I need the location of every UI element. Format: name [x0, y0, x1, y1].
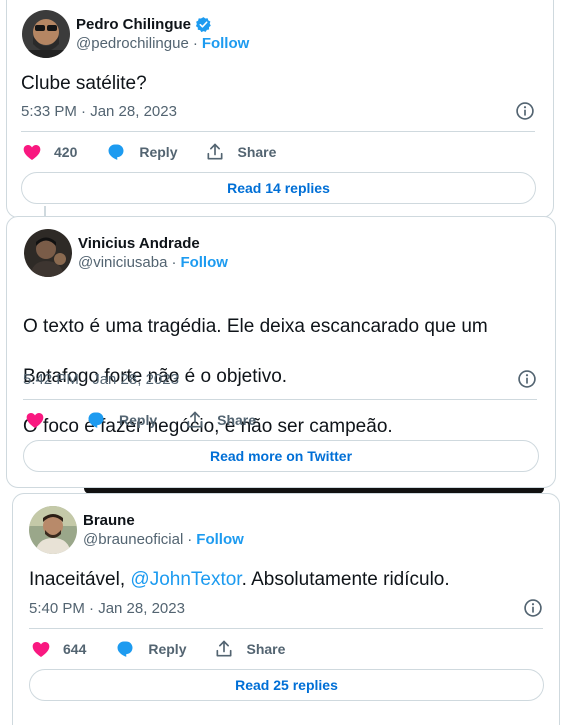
follow-link[interactable]: Follow [180, 253, 228, 272]
reply-button[interactable]: Reply [85, 410, 157, 430]
timestamp[interactable]: 5:33 PM · Jan 28, 2023 [21, 103, 177, 120]
thread-connector [44, 206, 46, 216]
tweet-3-header: Braune @brauneoficial · Follow [29, 506, 244, 554]
share-icon [187, 411, 203, 428]
reply-button[interactable]: Reply [105, 142, 177, 162]
heart-icon [32, 642, 50, 657]
share-label: Share [237, 144, 277, 160]
reply-label: Reply [119, 412, 158, 428]
reply-button[interactable]: Reply [114, 639, 186, 659]
reply-label: Reply [148, 641, 187, 657]
display-name[interactable]: Pedro Chilingue [76, 15, 191, 34]
tweet-actions: Reply Share [25, 410, 284, 430]
info-icon[interactable] [517, 369, 537, 389]
like-button[interactable]: 644 [31, 639, 86, 659]
read-more-button[interactable]: Read more on Twitter [23, 440, 539, 472]
timestamp[interactable]: 5:40 PM · Jan 28, 2023 [29, 600, 185, 617]
share-icon [216, 640, 232, 657]
share-button[interactable]: Share [185, 410, 256, 430]
timestamp[interactable]: 5:42 PM · Jan 28, 2023 [23, 371, 179, 388]
divider [29, 628, 543, 629]
reply-bubble-icon [88, 412, 104, 428]
like-count: 644 [63, 641, 87, 657]
divider [23, 399, 537, 400]
user-handle[interactable]: @pedrochilingue [76, 34, 189, 53]
tweet-text-part: Inaceitável, [29, 569, 131, 590]
heart-icon [23, 145, 41, 160]
like-button[interactable] [25, 410, 57, 430]
tweet-text-part: . Absolutamente ridículo. [241, 569, 450, 590]
tweet-text: Clube satélite? [21, 73, 147, 94]
avatar[interactable] [29, 506, 77, 554]
like-button[interactable]: 420 [22, 142, 77, 162]
display-name[interactable]: Vinicius Andrade [78, 234, 200, 253]
share-button[interactable]: Share [214, 639, 285, 659]
verified-badge-icon [195, 17, 211, 33]
avatar[interactable] [22, 10, 70, 58]
tweet-1-header: Pedro Chilingue @pedrochilingue · Follow [22, 10, 249, 58]
mention-link[interactable]: @JohnTextor [130, 569, 241, 590]
tweet-text: Inaceitável, @JohnTextor. Absolutamente … [29, 567, 450, 592]
tweet-text-line: O texto é uma tragédia. Ele deixa escanc… [23, 316, 488, 337]
reply-bubble-icon [117, 641, 133, 657]
share-label: Share [246, 641, 286, 657]
separator-dot: · [187, 531, 193, 548]
divider [21, 131, 535, 132]
avatar[interactable] [24, 229, 72, 277]
separator-dot: · [171, 254, 177, 271]
follow-link[interactable]: Follow [202, 34, 250, 53]
separator-dot: · [192, 35, 198, 52]
follow-link[interactable]: Follow [196, 530, 244, 549]
info-icon[interactable] [523, 598, 543, 618]
tweet-2-header: Vinicius Andrade @viniciusaba · Follow [24, 229, 228, 277]
like-count: 420 [54, 144, 78, 160]
reply-bubble-icon [108, 144, 124, 160]
heart-icon [26, 413, 44, 428]
reply-label: Reply [139, 144, 178, 160]
tweet-actions: 420 Reply Share [22, 142, 304, 162]
info-icon[interactable] [515, 101, 535, 121]
read-replies-button[interactable]: Read 14 replies [21, 172, 536, 204]
share-label: Share [217, 412, 257, 428]
display-name[interactable]: Braune [83, 511, 135, 530]
user-handle[interactable]: @brauneoficial [83, 530, 183, 549]
share-icon [207, 143, 223, 160]
user-handle[interactable]: @viniciusaba [78, 253, 167, 272]
read-replies-button[interactable]: Read 25 replies [29, 669, 544, 701]
share-button[interactable]: Share [205, 142, 276, 162]
tweet-actions: 644 Reply Share [31, 639, 313, 659]
